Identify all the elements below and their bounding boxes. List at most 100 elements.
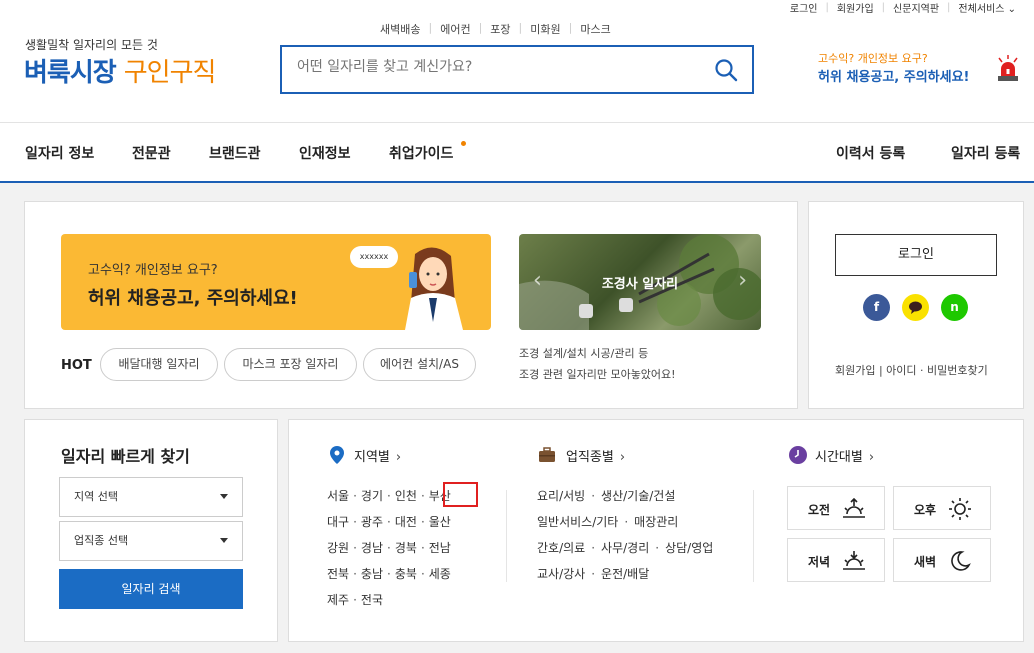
fraud-warning-sub: 고수익? 개인정보 요구?	[818, 52, 928, 65]
clock-icon	[789, 446, 807, 464]
chevron-down-icon: ⌄	[1007, 4, 1016, 15]
region-link[interactable]: 전국	[361, 593, 383, 607]
job-type-link[interactable]: 요리/서빙	[537, 489, 585, 503]
job-type-link[interactable]: 교사/강사	[537, 567, 585, 581]
keyword-link[interactable]: 미화원	[530, 21, 560, 37]
region-select[interactable]: 지역 선택	[59, 477, 243, 517]
region-link[interactable]: 강원	[327, 541, 349, 555]
region-row: 제주 · 전국	[327, 591, 383, 608]
nav-talent[interactable]: 인재정보	[299, 143, 351, 163]
highlight-box	[443, 482, 478, 507]
region-link[interactable]: 전북	[327, 567, 349, 581]
job-type-link[interactable]: 간호/의료	[537, 541, 585, 555]
region-link[interactable]: 전남	[429, 541, 451, 555]
region-link[interactable]: 대구	[327, 515, 349, 529]
kakao-icon[interactable]	[902, 294, 929, 321]
main-navigation: 일자리 정보 전문관 브랜드관 인재정보 취업가이드 이력서 등록 일자리 등록	[0, 122, 1034, 183]
job-type-link[interactable]: 생산/기술/건설	[601, 489, 675, 503]
search-icon[interactable]	[714, 58, 738, 82]
job-type-link[interactable]: 사무/경리	[601, 541, 649, 555]
region-link[interactable]: 울산	[429, 515, 451, 529]
separator-dot: ·	[387, 567, 391, 581]
nav-brand[interactable]: 브랜드관	[209, 143, 261, 163]
region-link[interactable]: 충북	[395, 567, 417, 581]
region-link[interactable]: 경남	[361, 541, 383, 555]
quick-keywords: 새벽배송 | 에어컨 | 포장 | 미화원 | 마스크	[380, 21, 611, 37]
logo-tagline: 생활밀착 일자리의 모든 것	[25, 38, 158, 52]
separator-dot: ·	[387, 515, 391, 529]
time-evening-button[interactable]: 저녁	[787, 538, 885, 582]
facebook-icon[interactable]: f	[863, 294, 890, 321]
region-link[interactable]: 경북	[395, 541, 417, 555]
region-link[interactable]: 인천	[395, 489, 417, 503]
login-button[interactable]: 로그인	[835, 234, 997, 276]
job-type-link[interactable]: 매장관리	[634, 515, 678, 529]
photo-description: 조경 관련 일자리만 모아놓았어요!	[519, 368, 676, 381]
quick-search-title: 일자리 빠르게 찾기	[61, 447, 190, 466]
naver-icon[interactable]: n	[941, 294, 968, 321]
speech-bubble-icon	[909, 301, 922, 314]
keyword-link[interactable]: 새벽배송	[380, 21, 420, 37]
separator-dot: ·	[420, 515, 425, 529]
region-row: 서울 · 경기 · 인천 · 부산	[327, 487, 451, 504]
separator-dot: ·	[420, 567, 425, 581]
login-link[interactable]: 로그인	[790, 0, 818, 15]
fraud-warning-title[interactable]: 허위 채용공고, 주의하세요!	[818, 66, 969, 85]
job-type-link[interactable]: 운전/배달	[601, 567, 649, 581]
job-type-link[interactable]: 상담/영업	[665, 541, 713, 555]
region-link[interactable]: 대전	[395, 515, 417, 529]
signup-link[interactable]: 회원가입	[837, 0, 874, 15]
banner-subtitle: 고수익? 개인정보 요구?	[88, 263, 218, 278]
job-type-row: 교사/강사 · 운전/배달	[537, 565, 649, 582]
sunrise-icon	[843, 498, 865, 518]
keyword-link[interactable]: 에어컨	[440, 21, 470, 37]
region-link[interactable]: 경기	[361, 489, 383, 503]
separator-dot: ·	[420, 541, 425, 555]
region-section-title[interactable]: 지역별 ›	[330, 446, 401, 465]
time-section-title[interactable]: 시간대별 ›	[789, 446, 874, 465]
hot-tag[interactable]: 배달대행 일자리	[100, 348, 218, 381]
separator-dot: ·	[353, 541, 357, 555]
region-link[interactable]: 제주	[327, 593, 349, 607]
separator-dot: ·	[353, 567, 357, 581]
search-input[interactable]	[297, 59, 697, 75]
all-services-link[interactable]: 전체서비스 ⌄	[958, 0, 1016, 15]
job-search-button[interactable]: 일자리 검색	[59, 569, 243, 609]
region-link[interactable]: 세종	[429, 567, 451, 581]
separator-dot: ·	[353, 489, 357, 503]
region-row: 전북 · 충남 · 충북 · 세종	[327, 565, 451, 582]
keyword-link[interactable]: 마스크	[580, 21, 610, 37]
landscaper-photo-banner[interactable]: ‹ › 조경사 일자리	[519, 234, 761, 330]
search-box	[280, 45, 754, 94]
separator-dot: ·	[624, 515, 629, 529]
region-link[interactable]: 충남	[361, 567, 383, 581]
newspaper-region-link[interactable]: 신문지역판	[893, 0, 939, 15]
separator-dot: ·	[387, 541, 391, 555]
keyword-link[interactable]: 포장	[490, 21, 510, 37]
hot-tag[interactable]: 마스크 포장 일자리	[224, 348, 357, 381]
photo-caption: 조경사 일자리	[601, 277, 679, 292]
job-type-section-title[interactable]: 업직종별 ›	[538, 446, 625, 465]
nav-specialty[interactable]: 전문관	[132, 143, 171, 163]
job-type-row: 간호/의료 · 사무/경리 · 상담/영업	[537, 539, 713, 556]
region-link[interactable]: 광주	[361, 515, 383, 529]
site-logo[interactable]: 벼룩시장 구인구직	[24, 52, 216, 89]
region-link[interactable]: 서울	[327, 489, 349, 503]
siren-icon	[998, 55, 1018, 81]
divider	[506, 490, 507, 582]
nav-job-register[interactable]: 일자리 등록	[951, 143, 1020, 163]
hot-tag[interactable]: 에어컨 설치/AS	[363, 348, 476, 381]
job-type-select[interactable]: 업직종 선택	[59, 521, 243, 561]
job-type-link[interactable]: 일반서비스/기타	[537, 515, 618, 529]
fraud-warning-banner[interactable]: 고수익? 개인정보 요구? 허위 채용공고, 주의하세요! xxxxxx	[61, 234, 491, 330]
separator-dot: ·	[420, 489, 425, 503]
hot-label: HOT	[61, 358, 92, 373]
time-dawn-button[interactable]: 새벽	[893, 538, 991, 582]
account-links[interactable]: 회원가입 | 아이디 · 비밀번호찾기	[835, 362, 988, 378]
separator-dot: ·	[353, 593, 357, 607]
nav-resume-register[interactable]: 이력서 등록	[836, 143, 905, 163]
nav-career-guide[interactable]: 취업가이드	[389, 143, 453, 163]
time-afternoon-button[interactable]: 오후	[893, 486, 991, 530]
time-morning-button[interactable]: 오전	[787, 486, 885, 530]
nav-job-info[interactable]: 일자리 정보	[25, 143, 94, 163]
